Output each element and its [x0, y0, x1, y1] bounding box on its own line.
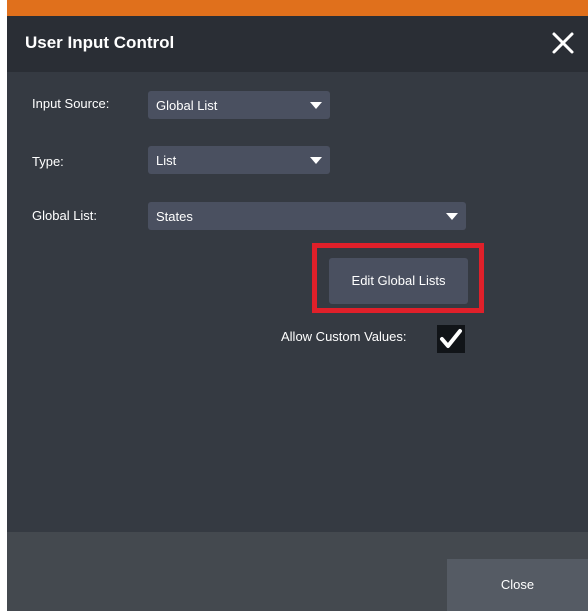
- allow-custom-values-label: Allow Custom Values:: [281, 329, 407, 344]
- type-select[interactable]: List: [148, 146, 330, 174]
- checkmark-icon: [440, 329, 462, 348]
- edit-global-lists-button[interactable]: Edit Global Lists: [329, 258, 468, 304]
- global-list-select[interactable]: States: [148, 202, 466, 230]
- close-button[interactable]: Close: [447, 559, 588, 611]
- global-list-value: States: [156, 209, 193, 224]
- allow-custom-values-checkbox[interactable]: [437, 325, 465, 353]
- dialog-title: User Input Control: [25, 33, 175, 52]
- top-accent-bar: [7, 0, 588, 16]
- chevron-down-icon: [446, 213, 458, 220]
- user-input-control-dialog: User Input Control Input Source: Global …: [7, 0, 588, 611]
- input-source-select[interactable]: Global List: [148, 91, 330, 119]
- dialog-titlebar: User Input Control: [7, 16, 588, 72]
- chevron-down-icon: [310, 102, 322, 109]
- dialog-body: [7, 72, 588, 532]
- input-source-label: Input Source:: [32, 96, 110, 111]
- close-icon-svg: [552, 32, 574, 54]
- global-list-label: Global List:: [32, 208, 98, 223]
- close-icon[interactable]: [548, 28, 578, 58]
- input-source-value: Global List: [156, 98, 218, 113]
- chevron-down-icon: [310, 157, 322, 164]
- type-label: Type:: [32, 154, 64, 169]
- type-value: List: [156, 153, 177, 168]
